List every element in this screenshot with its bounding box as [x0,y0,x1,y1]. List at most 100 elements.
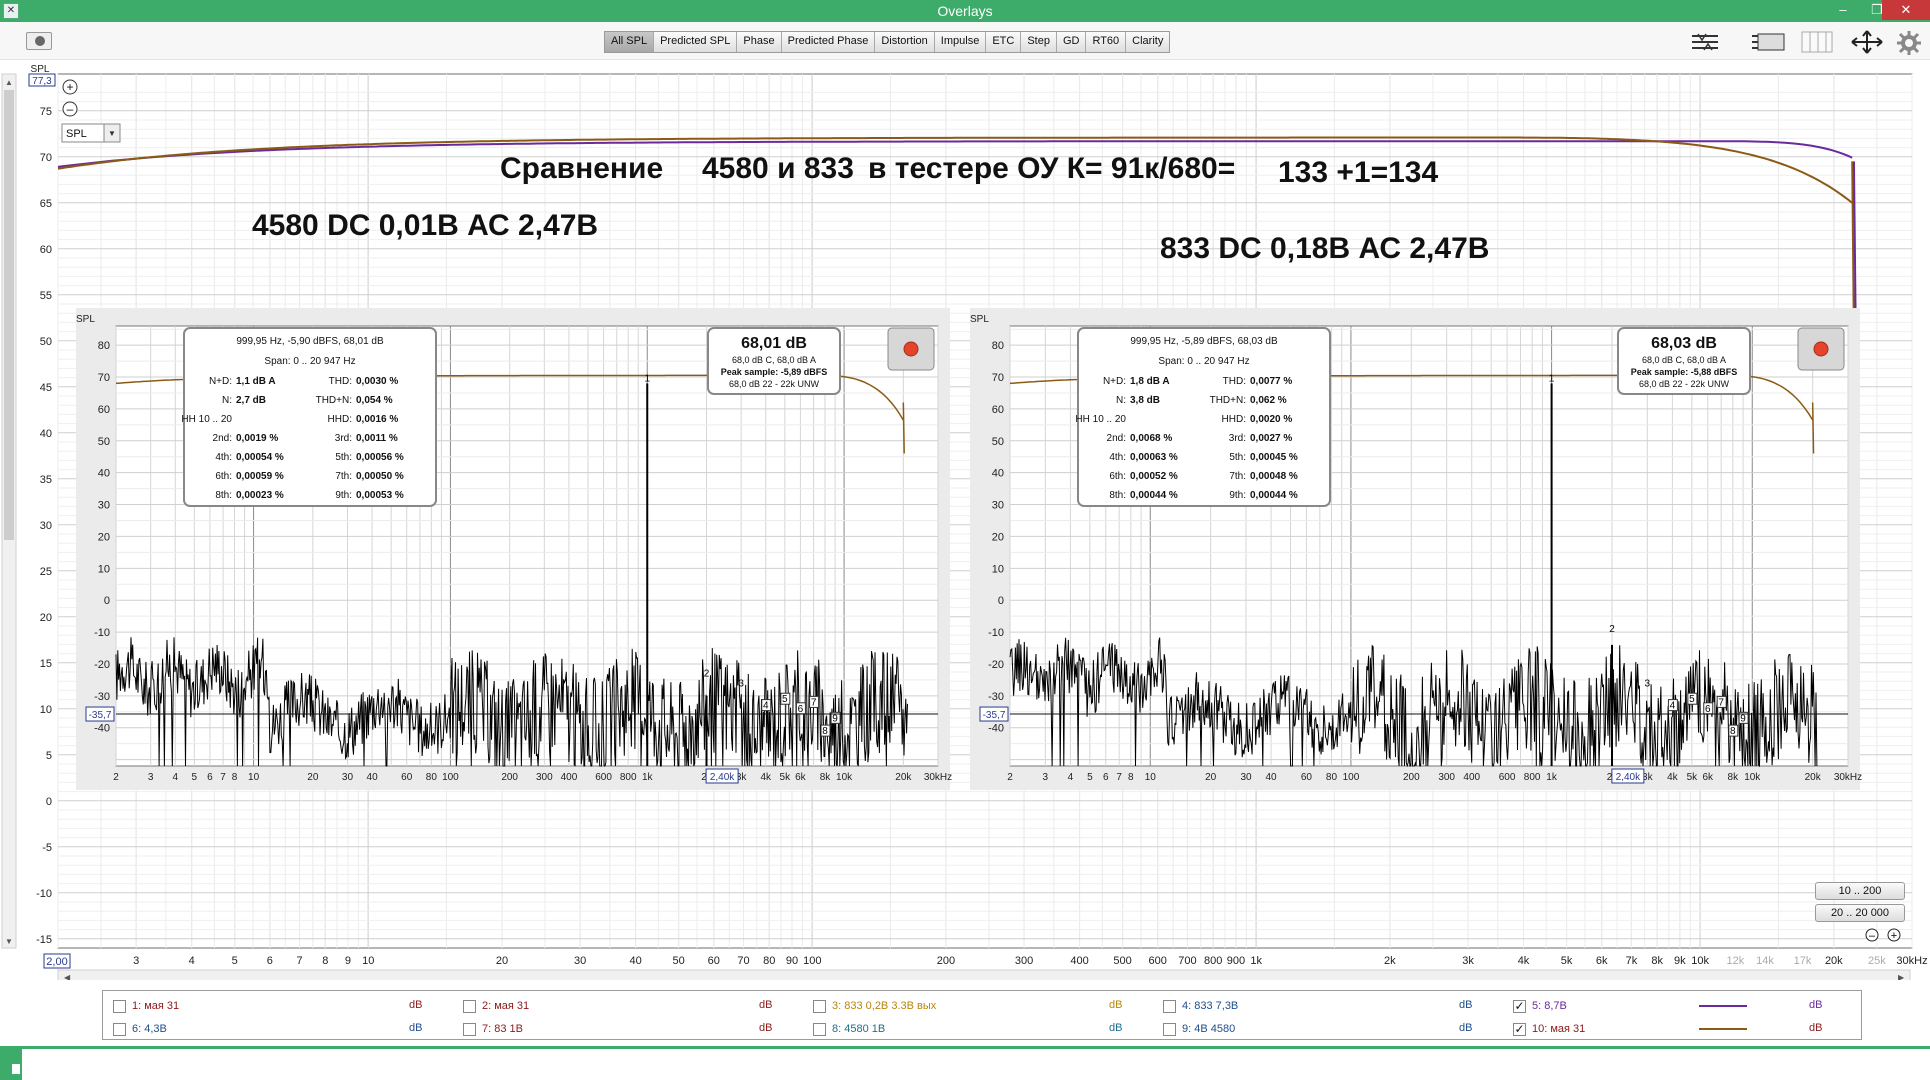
tab-predicted-phase[interactable]: Predicted Phase [781,32,876,52]
legend-item[interactable]: 2: мая 31 dB [463,997,772,1015]
info-row-label: HH 10 .. 20 [181,414,232,425]
tab-rt60[interactable]: RT60 [1086,32,1127,52]
tab-predicted-spl[interactable]: Predicted SPL [654,32,738,52]
legend-checkbox[interactable]: ✓ [1513,999,1526,1013]
panel-x-tick: 20 [307,772,319,783]
columns-icon[interactable] [1800,30,1833,54]
tab-distortion[interactable]: Distortion [875,32,935,52]
legend-item[interactable]: 1: мая 31 dB [113,997,422,1015]
x-tick-label: 1k [1250,955,1262,967]
svg-text:+: + [66,80,73,94]
legend-item[interactable]: 7: 83 1В dB [463,1020,772,1038]
legend-checkbox[interactable] [1163,999,1176,1013]
harmonic-label: 7 [811,697,817,708]
panel-x-tick: 80 [426,772,438,783]
app-window: ✕ Overlays – ❐ ✕ All SPL Predicted SPL Pha… [0,0,1930,1080]
spl-graph-area[interactable]: 75 70 65 60 55 50 45 40 35 30 25 20 15 10 5 0 -5 -10 -15 SP… [0,60,1930,980]
legend-checkbox[interactable] [813,1022,826,1036]
x-tick-label: 500 [1113,955,1131,967]
legend-checkbox[interactable]: ✓ [1513,1022,1526,1036]
legend-item[interactable]: 6: 4,3В dB [113,1020,422,1038]
legend-checkbox[interactable] [113,1022,126,1036]
zoom-fit-icon[interactable] [1850,30,1883,54]
level-line-2: Peak sample: -5,88 dBFS [1631,367,1738,377]
panel-x-tick: 8 [232,772,238,783]
legend-item[interactable]: 8: 4580 1В dB [813,1020,1122,1038]
x-tick-label: 14k [1756,955,1774,967]
panel-y-tick: -10 [94,627,110,639]
minimize-button[interactable]: – [1826,0,1860,20]
harmonic-label: 2 [704,669,710,680]
close-button[interactable]: ✕ [1882,0,1930,20]
tab-step[interactable]: Step [1021,32,1057,52]
y-tick-label: 15 [40,658,52,670]
legend-item[interactable]: ✓ 5: 8,7В dB [1513,997,1822,1015]
harmonic-label: 6 [1705,704,1711,715]
x-tick-label: 400 [1070,955,1088,967]
tab-impulse[interactable]: Impulse [934,32,987,52]
info-header: 999,95 Hz, -5,90 dBFS, 68,01 dB [236,336,384,347]
gear-icon[interactable] [1896,30,1926,55]
panel-x-tick: 400 [1463,772,1480,783]
info-row-value: 0,054 % [356,395,393,406]
legend-line-sample [1699,1005,1747,1007]
camera-icon[interactable] [26,32,52,50]
tab-phase[interactable]: Phase [737,32,782,52]
legend-checkbox[interactable] [1163,1022,1176,1036]
panel-x-tick: 600 [1499,772,1516,783]
panel-x-tick: 100 [1343,772,1360,783]
overlay-scale-icon[interactable] [1690,30,1720,54]
range-20-20000-button[interactable]: 20 .. 20 000 [1815,904,1905,922]
legend-label: 2: мая 31 [482,1000,530,1012]
x-tick-label: 300 [1015,955,1033,967]
spl-graph-svg[interactable]: 757065605550454035302520151050-5-10-15SP… [0,60,1930,980]
x-tick-label: 6k [1596,955,1608,967]
panel-x-tick: 30 [342,772,354,783]
panel-x-tick: 7 [220,772,226,783]
tab-gd[interactable]: GD [1056,32,1087,52]
panel-y-tick: 0 [104,595,110,607]
legend-item[interactable]: 4: 833 7,3В dB [1163,997,1472,1015]
panel-x-tick: 5 [1087,772,1093,783]
cursor-level: -35,7 [983,710,1006,721]
legend-item[interactable]: 3: 833 0,2В 3.3В вых dB [813,997,1122,1015]
annotation-gain-formula: в тестере ОУ К= 91к/680= [868,152,1235,185]
panel-y-unit: SPL [970,314,989,325]
panel-x-tick: 8k [820,772,832,783]
graph-tabs: All SPL Predicted SPL Phase Predicted Phase… [604,31,1171,53]
legend-unit: dB [1459,1022,1473,1034]
info-row-label: 6th: [1109,471,1126,482]
panel-x-tick: 800 [1524,772,1541,783]
x-tick-label: 3k [1462,955,1474,967]
tab-etc[interactable]: ETC [986,32,1022,52]
panel-x-tick: 4 [1068,772,1074,783]
panel-y-tick: 40 [992,468,1004,480]
x-tick-label: 7k [1626,955,1638,967]
panel-x-tick: 6 [207,772,213,783]
x-tick-label: 25k [1868,955,1886,967]
legend-checkbox[interactable] [813,999,826,1013]
legend-checkbox[interactable] [113,999,126,1013]
info-row-value: 0,00063 % [1130,452,1178,463]
tab-clarity[interactable]: Clarity [1126,32,1170,52]
panel-y-tick: 10 [98,563,110,575]
x-tick-label: 20 [496,955,508,967]
legend-checkbox[interactable] [463,1022,476,1036]
info-row-label: 9th: [335,490,352,501]
info-row-label: THD: [1223,376,1246,387]
tab-all-spl[interactable]: All SPL [605,32,655,52]
record-icon [903,341,919,357]
info-row-label: HHD: [328,414,352,425]
range-10-200-button[interactable]: 10 .. 200 [1815,882,1905,900]
legend-item[interactable]: 9: 4В 4580 dB [1163,1020,1472,1038]
harmonic-label: 3 [1645,678,1651,689]
harmonic-label: 4 [1670,701,1676,712]
legend-item[interactable]: ✓ 10: мая 31 dB [1513,1020,1822,1038]
info-span: Span: 0 .. 20 947 Hz [264,356,355,367]
window-layout-icon[interactable] [1752,30,1785,54]
panel-y-tick: 70 [98,372,110,384]
panel-y-tick: 60 [992,404,1004,416]
y-tick-label: 35 [40,474,52,486]
legend-checkbox[interactable] [463,999,476,1013]
panel-y-tick: 80 [992,340,1004,352]
